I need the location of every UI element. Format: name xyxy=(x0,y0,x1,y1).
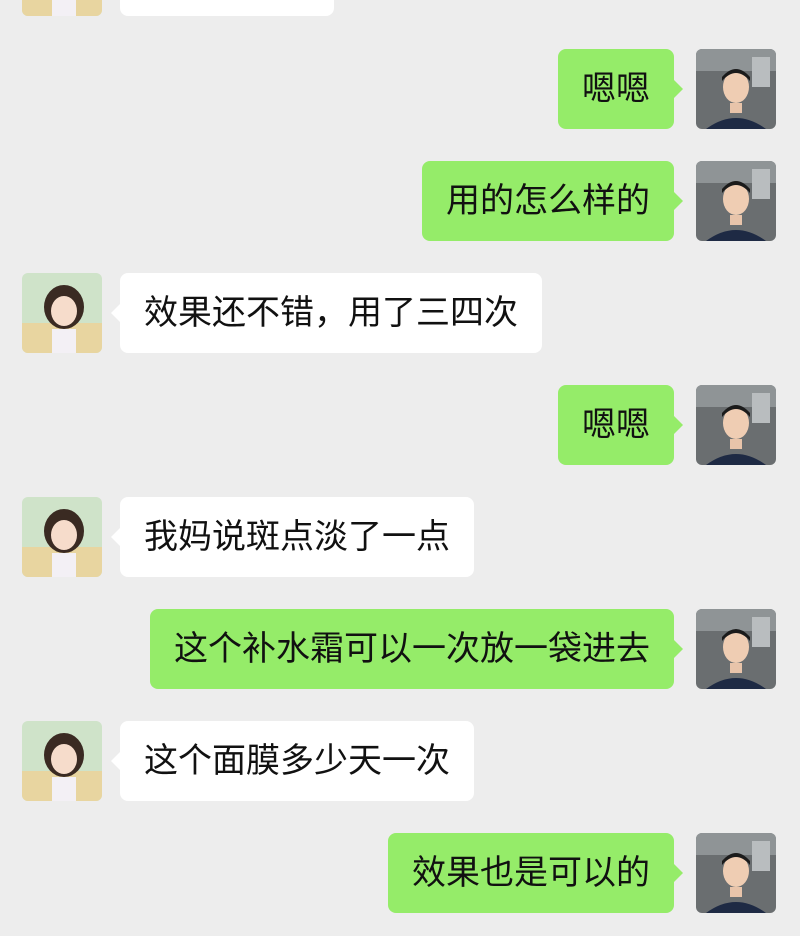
message-row-incoming xyxy=(0,0,800,16)
message-row-outgoing: 这个补水霜可以一次放一袋进去 xyxy=(0,609,800,689)
contact-avatar[interactable] xyxy=(22,273,102,353)
message-row-incoming: 我妈说斑点淡了一点 xyxy=(0,497,800,577)
message-bubble-incoming[interactable]: 效果还不错，用了三四次 xyxy=(111,273,542,353)
user-avatar[interactable] xyxy=(696,609,776,689)
user-avatar[interactable] xyxy=(696,49,776,129)
message-row-outgoing: 用的怎么样的 xyxy=(0,161,800,241)
male-avatar-icon xyxy=(696,609,776,689)
message-bubble-outgoing[interactable]: 用的怎么样的 xyxy=(422,161,683,241)
message-bubble-outgoing[interactable]: 嗯嗯 xyxy=(558,385,683,465)
message-bubble-outgoing[interactable]: 这个补水霜可以一次放一袋进去 xyxy=(150,609,683,689)
contact-avatar[interactable] xyxy=(22,0,102,16)
message-bubble-incoming[interactable] xyxy=(120,0,334,16)
user-avatar[interactable] xyxy=(696,161,776,241)
female-avatar-icon xyxy=(22,273,102,353)
message-row-incoming: 这个面膜多少天一次 xyxy=(0,721,800,801)
contact-avatar[interactable] xyxy=(22,497,102,577)
message-bubble-outgoing[interactable]: 嗯嗯 xyxy=(558,49,683,129)
female-avatar-icon xyxy=(22,0,102,16)
male-avatar-icon xyxy=(696,49,776,129)
user-avatar[interactable] xyxy=(696,385,776,465)
message-row-outgoing: 嗯嗯 xyxy=(0,49,800,129)
female-avatar-icon xyxy=(22,721,102,801)
message-row-outgoing: 嗯嗯 xyxy=(0,385,800,465)
message-bubble-incoming[interactable]: 这个面膜多少天一次 xyxy=(111,721,474,801)
message-row-incoming: 效果还不错，用了三四次 xyxy=(0,273,800,353)
chat-message-list[interactable]: 嗯嗯 用的怎么样的 效果还不错，用了三四次 嗯嗯 我妈说斑点淡了一点 这个补水霜… xyxy=(0,0,800,936)
male-avatar-icon xyxy=(696,833,776,913)
contact-avatar[interactable] xyxy=(22,721,102,801)
male-avatar-icon xyxy=(696,385,776,465)
male-avatar-icon xyxy=(696,161,776,241)
message-row-outgoing: 效果也是可以的 xyxy=(0,833,800,913)
user-avatar[interactable] xyxy=(696,833,776,913)
message-bubble-incoming[interactable]: 我妈说斑点淡了一点 xyxy=(111,497,474,577)
message-bubble-outgoing[interactable]: 效果也是可以的 xyxy=(388,833,683,913)
female-avatar-icon xyxy=(22,497,102,577)
